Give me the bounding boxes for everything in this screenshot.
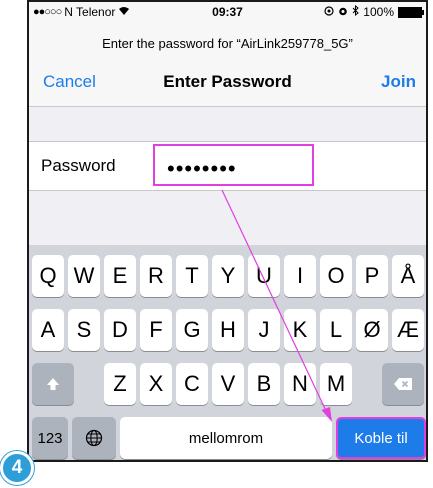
step-badge: 4 <box>0 451 34 485</box>
nav-row: Cancel Enter Password Join <box>29 72 426 94</box>
bluetooth-icon <box>352 4 360 19</box>
key-z[interactable]: Z <box>104 363 136 405</box>
key-p[interactable]: P <box>356 255 388 297</box>
key-s[interactable]: S <box>68 309 100 351</box>
navigation-bar: Enter the password for “AirLink259778_5G… <box>29 22 426 107</box>
numbers-key[interactable]: 123 <box>32 417 68 459</box>
shift-arrow-icon <box>47 378 59 390</box>
key-y[interactable]: Y <box>212 255 244 297</box>
key-f[interactable]: F <box>140 309 172 351</box>
space-key[interactable]: mellomrom <box>120 417 332 459</box>
battery-percent: 100% <box>363 5 394 19</box>
key-l[interactable]: L <box>320 309 352 351</box>
key-k[interactable]: K <box>284 309 316 351</box>
key-a[interactable]: A <box>32 309 64 351</box>
key-a-ring[interactable]: Å <box>392 255 424 297</box>
key-ae[interactable]: Æ <box>392 309 424 351</box>
key-c[interactable]: C <box>176 363 208 405</box>
status-right: 100% <box>324 4 424 19</box>
shift-key[interactable] <box>32 363 74 405</box>
alarm-icon <box>338 5 348 19</box>
password-row: Password •••••••• <box>29 141 426 191</box>
key-h[interactable]: H <box>212 309 244 351</box>
key-n[interactable]: N <box>284 363 316 405</box>
key-o[interactable]: O <box>320 255 352 297</box>
key-x[interactable]: X <box>140 363 172 405</box>
backspace-key[interactable] <box>382 363 424 405</box>
join-button[interactable]: Join <box>381 72 416 92</box>
password-prompt: Enter the password for “AirLink259778_5G… <box>102 36 353 51</box>
key-e[interactable]: E <box>104 255 136 297</box>
key-o-slash[interactable]: Ø <box>356 309 388 351</box>
globe-key[interactable] <box>72 417 116 459</box>
phone-screen: ●●○○○ N Telenor 09:37 100% Enter the pas… <box>27 0 428 462</box>
status-bar: ●●○○○ N Telenor 09:37 100% <box>29 2 426 22</box>
key-v[interactable]: V <box>212 363 244 405</box>
key-b[interactable]: B <box>248 363 280 405</box>
location-icon <box>324 5 334 19</box>
globe-icon <box>85 429 103 447</box>
key-m[interactable]: M <box>320 363 352 405</box>
key-i[interactable]: I <box>284 255 316 297</box>
battery-icon <box>398 6 424 18</box>
password-input[interactable]: •••••••• <box>153 144 314 186</box>
key-u[interactable]: U <box>248 255 280 297</box>
key-q[interactable]: Q <box>32 255 64 297</box>
backspace-icon <box>394 378 412 390</box>
key-j[interactable]: J <box>248 309 280 351</box>
page-title: Enter Password <box>163 72 292 91</box>
key-t[interactable]: T <box>176 255 208 297</box>
key-r[interactable]: R <box>140 255 172 297</box>
key-g[interactable]: G <box>176 309 208 351</box>
keyboard: Q W E R T Y U I O P Å A S D F G H J K L … <box>29 245 426 460</box>
connect-button[interactable]: Koble til <box>336 417 426 459</box>
password-label: Password <box>41 156 116 175</box>
key-d[interactable]: D <box>104 309 136 351</box>
key-w[interactable]: W <box>68 255 100 297</box>
